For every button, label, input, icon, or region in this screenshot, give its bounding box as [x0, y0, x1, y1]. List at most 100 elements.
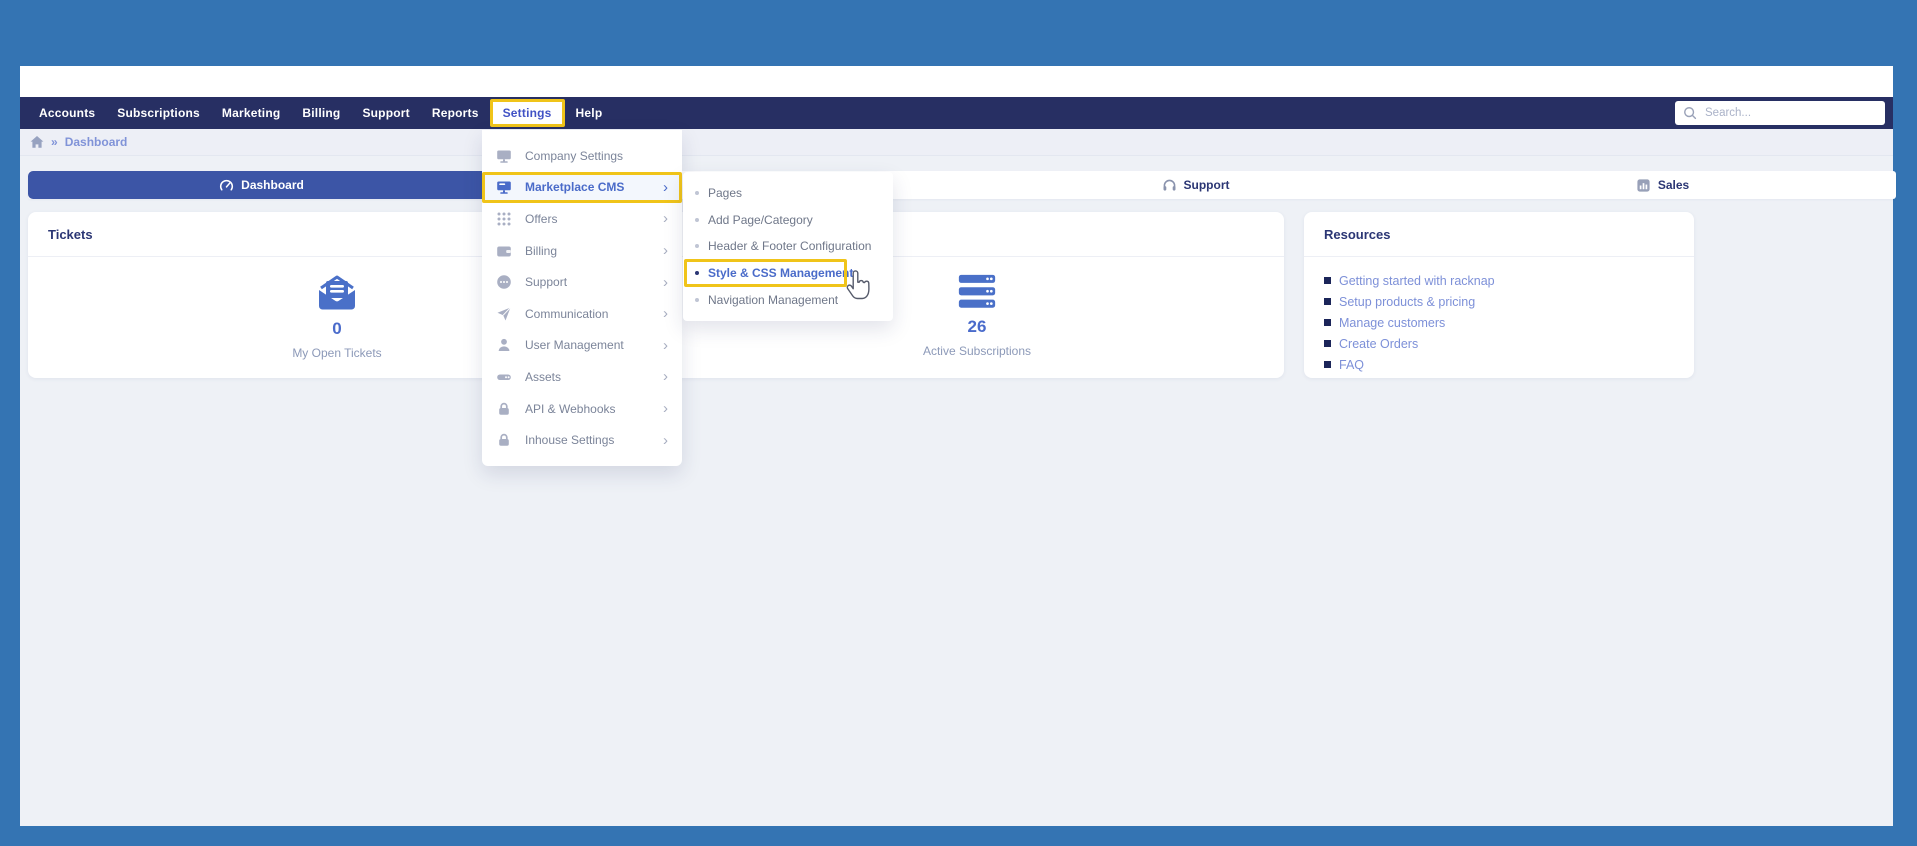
nav-help[interactable]: Help [576, 106, 603, 120]
menu-item-billing[interactable]: Billing › [482, 235, 682, 267]
tab-dashboard[interactable]: Dashboard [28, 171, 495, 199]
tab-sales[interactable]: Sales [1429, 171, 1896, 199]
resource-link-label: Manage customers [1339, 316, 1445, 330]
app-window: Accounts Subscriptions Marketing Billing… [20, 66, 1893, 826]
menu-item-label: Assets [525, 370, 650, 384]
square-bullet-icon [1324, 340, 1331, 347]
square-bullet-icon [1324, 298, 1331, 305]
square-bullet-icon [1324, 319, 1331, 326]
chevron-right-icon: › [663, 180, 668, 195]
open-tickets-count: 0 [332, 319, 341, 339]
menu-item-offers[interactable]: Offers › [482, 203, 682, 235]
resource-link-faq[interactable]: FAQ [1324, 354, 1674, 375]
resource-link-manage-customers[interactable]: Manage customers [1324, 312, 1674, 333]
submenu-item-label: Header & Footer Configuration [708, 239, 871, 253]
resources-card-title: Resources [1304, 212, 1694, 257]
menu-item-label: API & Webhooks [525, 402, 650, 416]
nav-billing[interactable]: Billing [302, 106, 340, 120]
menu-item-label: Communication [525, 307, 650, 321]
resource-link-create-orders[interactable]: Create Orders [1324, 333, 1674, 354]
menu-item-label: Support [525, 275, 650, 289]
settings-dropdown-menu: Company Settings Marketplace CMS › Offer… [482, 130, 682, 466]
grid-dots-icon [496, 211, 512, 227]
chevron-right-icon: › [663, 275, 668, 290]
breadcrumb: » Dashboard [20, 129, 1893, 156]
resource-link-label: Setup products & pricing [1339, 295, 1475, 309]
chevron-right-icon: › [663, 401, 668, 416]
chevron-right-icon: › [663, 211, 668, 226]
menu-item-assets[interactable]: Assets › [482, 361, 682, 393]
nav-items: Accounts Subscriptions Marketing Billing… [20, 97, 602, 129]
tab-label: Sales [1658, 178, 1689, 192]
lock-icon [496, 401, 512, 417]
nav-accounts[interactable]: Accounts [39, 106, 95, 120]
chevron-right-icon: › [663, 243, 668, 258]
submenu-item-pages[interactable]: Pages [683, 180, 893, 207]
resource-link-label: Getting started with racknap [1339, 274, 1495, 288]
lock-icon [496, 432, 512, 448]
menu-item-api-webhooks[interactable]: API & Webhooks › [482, 393, 682, 425]
nav-reports[interactable]: Reports [432, 106, 479, 120]
monitor-icon [496, 148, 512, 164]
dot-bullet-icon [695, 191, 699, 195]
submenu-item-label: Navigation Management [708, 293, 838, 307]
menu-item-label: Company Settings [525, 149, 668, 163]
chevron-right-icon: › [663, 433, 668, 448]
search-box[interactable] [1675, 101, 1885, 125]
open-tickets-label: My Open Tickets [292, 346, 381, 360]
search-input[interactable] [1703, 106, 1877, 120]
resource-link-label: FAQ [1339, 358, 1364, 372]
headset-icon [1162, 178, 1177, 193]
dot-bullet-icon [695, 218, 699, 222]
nav-subscriptions[interactable]: Subscriptions [117, 106, 200, 120]
dashboard-tabbar: Dashboard Support Sales [28, 171, 1896, 199]
nav-settings[interactable]: Settings [490, 99, 565, 127]
server-stack-icon [956, 273, 998, 311]
resource-link-label: Create Orders [1339, 337, 1418, 351]
nav-marketing[interactable]: Marketing [222, 106, 280, 120]
resource-link-getting-started[interactable]: Getting started with racknap [1324, 270, 1674, 291]
menu-item-user-management[interactable]: User Management › [482, 330, 682, 362]
breadcrumb-current[interactable]: Dashboard [65, 135, 128, 149]
bar-chart-icon [1636, 178, 1651, 193]
breadcrumb-separator: » [51, 135, 58, 149]
menu-item-inhouse-settings[interactable]: Inhouse Settings › [482, 424, 682, 456]
dot-bullet-icon [695, 244, 699, 248]
menu-item-communication[interactable]: Communication › [482, 298, 682, 330]
menu-item-label: Billing [525, 244, 650, 258]
menu-item-label: User Management [525, 338, 650, 352]
menu-item-label: Inhouse Settings [525, 433, 650, 447]
chevron-right-icon: › [663, 369, 668, 384]
dot-bullet-icon [695, 298, 699, 302]
submenu-item-header-footer-configuration[interactable]: Header & Footer Configuration [683, 233, 893, 260]
square-bullet-icon [1324, 361, 1331, 368]
home-icon[interactable] [30, 135, 44, 149]
paper-plane-icon [496, 306, 512, 322]
mouse-cursor-hand-icon [842, 270, 874, 306]
active-subscriptions-label: Active Subscriptions [923, 344, 1031, 358]
menu-item-label: Offers [525, 212, 650, 226]
square-bullet-icon [1324, 277, 1331, 284]
resource-link-setup-products[interactable]: Setup products & pricing [1324, 291, 1674, 312]
nav-support[interactable]: Support [362, 106, 409, 120]
top-white-strip [20, 66, 1893, 97]
chevron-right-icon: › [663, 306, 668, 321]
menu-item-marketplace-cms[interactable]: Marketplace CMS › [482, 172, 682, 204]
server-icon [496, 369, 512, 385]
open-mail-icon [315, 273, 359, 313]
user-icon [496, 337, 512, 353]
search-icon [1683, 106, 1697, 120]
wallet-icon [496, 243, 512, 259]
submenu-item-add-page-category[interactable]: Add Page/Category [683, 207, 893, 234]
chat-icon [496, 274, 512, 290]
active-subscriptions-count: 26 [968, 317, 987, 337]
submenu-item-label: Add Page/Category [708, 213, 813, 227]
gauge-icon [219, 178, 234, 193]
resources-card: Resources Getting started with racknap S… [1304, 212, 1694, 378]
tab-support[interactable]: Support [962, 171, 1429, 199]
tab-label: Dashboard [241, 178, 304, 192]
menu-item-support[interactable]: Support › [482, 266, 682, 298]
menu-item-company-settings[interactable]: Company Settings [482, 140, 682, 172]
submenu-item-label: Style & CSS Management [708, 266, 853, 280]
submenu-item-label: Pages [708, 186, 742, 200]
